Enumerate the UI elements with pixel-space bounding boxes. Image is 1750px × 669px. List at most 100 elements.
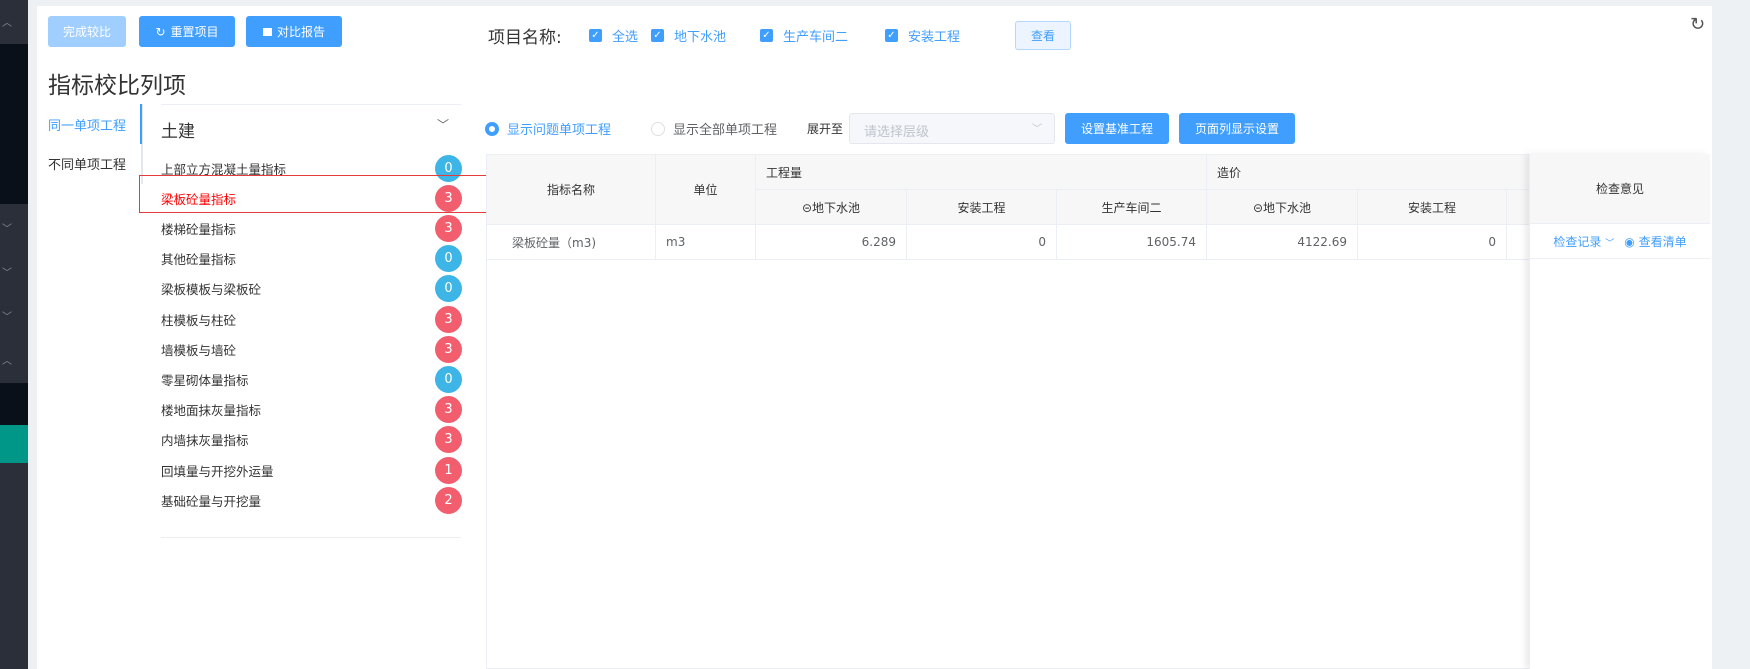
sidebar-section xyxy=(0,383,28,425)
indicator-item[interactable]: 梁板模板与梁板砼 0 xyxy=(161,274,462,304)
checkbox-workshop-two[interactable]: ✓ 生产车间二 xyxy=(760,26,848,45)
comparison-table: 指标名称 单位 工程量 造价 ⊝地下水池 安装工程 生产车间二 ⊝地下水池 安装… xyxy=(486,154,1547,260)
count-badge: 3 xyxy=(435,214,462,242)
count-badge: 3 xyxy=(435,426,462,454)
checkbox-underground-pool[interactable]: ✓ 地下水池 xyxy=(651,26,726,45)
checkbox-icon: ✓ xyxy=(589,29,602,42)
vtab-different-item[interactable]: 不同单项工程 xyxy=(48,154,126,173)
cell-c-underground: 4122.69 xyxy=(1206,224,1358,260)
header-cost: 造价 xyxy=(1206,154,1547,190)
indicator-label: 回填量与开挖外运量 xyxy=(161,463,274,479)
checkbox-icon: ✓ xyxy=(760,29,773,42)
indicator-label: 上部立方混凝土量指标 xyxy=(161,161,287,177)
checkbox-label: 全选 xyxy=(612,30,639,45)
chevron-down-icon[interactable]: ﹀ xyxy=(437,116,449,133)
chevron-down-icon: ﹀ xyxy=(1032,124,1042,135)
finish-label: 完成较比 xyxy=(62,25,111,39)
radio-show-all[interactable]: 显示全部单项工程 xyxy=(651,119,777,138)
checkbox-select-all[interactable]: ✓ 全选 xyxy=(589,26,638,45)
set-base-project-button[interactable]: 设置基准工程 xyxy=(1065,113,1169,144)
indicator-item[interactable]: 楼地面抹灰量指标 3 xyxy=(161,395,462,425)
reset-project-button[interactable]: ↻ 重置项目 xyxy=(139,16,235,47)
indicator-label: 梁板砼量指标 xyxy=(161,191,237,207)
indicator-item[interactable]: 其他砼量指标 0 xyxy=(161,244,462,274)
checkbox-installation[interactable]: ✓ 安装工程 xyxy=(885,26,960,45)
refresh-icon[interactable]: ↻ xyxy=(1690,14,1705,35)
radio-label: 显示问题单项工程 xyxy=(507,123,612,138)
chevron-down-icon: ﹀ xyxy=(1605,238,1615,249)
expand-label: 展开至 xyxy=(807,122,844,136)
level-select[interactable]: 请选择层级 ﹀ xyxy=(849,113,1055,144)
indicator-label: 墙模板与墙砼 xyxy=(161,342,237,358)
header-quantity: 工程量 xyxy=(755,154,1207,190)
count-badge: 3 xyxy=(435,335,462,363)
cell-unit: m3 xyxy=(655,224,756,260)
indicator-item[interactable]: 楼梯砼量指标 3 xyxy=(161,213,462,243)
indicator-label: 零星砌体量指标 xyxy=(161,372,249,388)
header-unit: 单位 xyxy=(655,154,756,225)
radio-icon xyxy=(651,121,665,136)
chevron-up-icon[interactable]: ︿ xyxy=(0,352,14,367)
radio-label: 显示全部单项工程 xyxy=(673,123,778,138)
chevron-down-icon[interactable]: ﹀ xyxy=(0,264,14,279)
indicator-item[interactable]: 回填量与开挖外运量 1 xyxy=(161,455,462,485)
indicator-item[interactable]: 零星砌体量指标 0 xyxy=(161,364,462,394)
indicator-item[interactable]: 柱模板与柱砼 3 xyxy=(161,304,462,334)
view-list-label: 查看清单 xyxy=(1638,234,1687,249)
header-name: 指标名称 xyxy=(486,154,656,225)
view-button[interactable]: 查看 xyxy=(1015,21,1071,50)
cell-q-installation: 0 xyxy=(906,224,1057,260)
count-badge: 2 xyxy=(435,486,462,514)
radio-show-problem[interactable]: 显示问题单项工程 xyxy=(485,119,611,138)
indicator-item[interactable]: 内墙抹灰量指标 3 xyxy=(161,425,462,455)
indicator-item[interactable]: 基础砼量与开挖量 2 xyxy=(161,485,462,515)
count-badge: 0 xyxy=(435,365,462,393)
indicator-label: 内墙抹灰量指标 xyxy=(161,433,249,449)
checkbox-icon: ✓ xyxy=(885,29,898,42)
header-q-underground[interactable]: ⊝地下水池 xyxy=(755,189,907,225)
radio-icon xyxy=(485,121,499,136)
chevron-down-icon[interactable]: ﹀ xyxy=(0,220,14,235)
checkbox-label: 生产车间二 xyxy=(783,30,849,45)
finish-compare-button[interactable]: 完成较比 xyxy=(48,16,126,47)
eye-icon: ◉ xyxy=(1624,234,1635,249)
indicator-label: 楼地面抹灰量指标 xyxy=(161,403,262,419)
review-column: 检查意见 检查记录 ﹀ ◉ 查看清单 xyxy=(1529,154,1710,669)
page-title: 指标校比列项 xyxy=(48,73,186,99)
indicator-label: 楼梯砼量指标 xyxy=(161,221,237,237)
count-badge: 1 xyxy=(435,456,462,484)
cell-name: 梁板砼量（m3) xyxy=(486,224,656,260)
sidebar-item-active[interactable] xyxy=(0,425,28,463)
cell-q-underground: 6.289 xyxy=(755,224,907,260)
indicator-label: 梁板模板与梁板砼 xyxy=(161,282,262,298)
report-label: 对比报告 xyxy=(276,25,325,39)
count-badge: 3 xyxy=(435,184,462,212)
chevron-down-icon[interactable]: ﹀ xyxy=(0,308,14,323)
report-icon xyxy=(262,27,272,36)
view-list-link[interactable]: ◉ 查看清单 xyxy=(1624,233,1686,250)
table-row: 梁板砼量（m3) m3 6.289 0 1605.74 4122.69 0 xyxy=(486,224,1547,260)
checkbox-icon: ✓ xyxy=(651,29,664,42)
refresh-icon: ↻ xyxy=(155,24,166,39)
divider xyxy=(161,104,461,105)
vtab-same-item[interactable]: 同一单项工程 xyxy=(48,115,126,134)
cell-q-workshop: 1605.74 xyxy=(1056,224,1207,260)
count-badge: 3 xyxy=(435,396,462,424)
check-record-dropdown[interactable]: 检查记录 ﹀ xyxy=(1553,233,1614,250)
count-badge: 0 xyxy=(435,275,462,303)
indicator-item[interactable]: 梁板砼量指标 3 xyxy=(161,183,462,213)
category-title[interactable]: 土建 xyxy=(161,117,195,142)
checkbox-label: 安装工程 xyxy=(908,30,961,45)
chevron-up-icon[interactable]: ︿ xyxy=(0,14,14,29)
column-settings-button[interactable]: 页面列显示设置 xyxy=(1179,113,1295,144)
check-record-label: 检查记录 xyxy=(1553,234,1602,249)
button-label: 设置基准工程 xyxy=(1080,122,1153,136)
button-label: 页面列显示设置 xyxy=(1194,122,1279,136)
divider xyxy=(161,537,461,538)
indicator-item[interactable]: 墙模板与墙砼 3 xyxy=(161,334,462,364)
indicator-item[interactable]: 上部立方混凝土量指标 0 xyxy=(161,153,462,183)
project-name-label: 项目名称: xyxy=(488,28,562,48)
compare-report-button[interactable]: 对比报告 xyxy=(246,16,342,47)
count-badge: 0 xyxy=(435,154,462,182)
header-c-underground[interactable]: ⊝地下水池 xyxy=(1206,189,1358,225)
